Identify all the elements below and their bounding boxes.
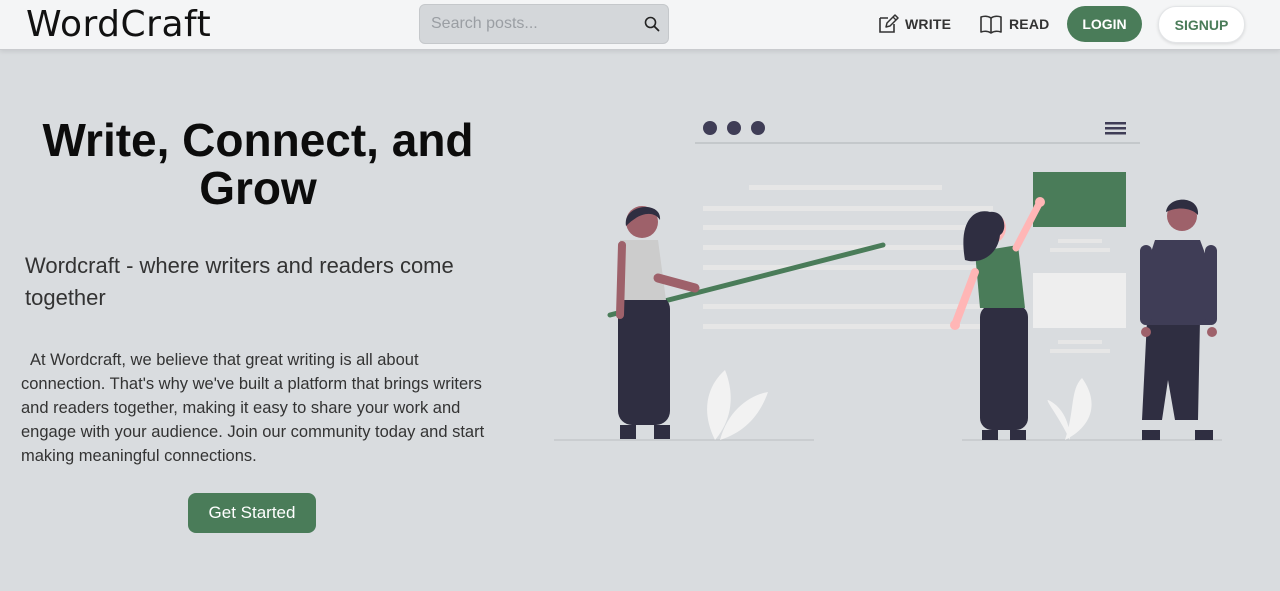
open-book-icon (979, 14, 1003, 34)
browser-frame (695, 121, 1140, 144)
hero-description-text: At Wordcraft, we believe that great writ… (21, 351, 485, 465)
plant-right (1047, 378, 1092, 440)
person-reaching (950, 197, 1045, 440)
hamburger-menu-icon (1105, 122, 1126, 135)
nav-write-label: WRITE (905, 16, 952, 32)
logo[interactable]: WordCraft (26, 2, 211, 48)
content-lines (703, 185, 993, 329)
search-icon[interactable] (642, 14, 662, 34)
search-input[interactable] (420, 5, 638, 43)
person-standing (1140, 199, 1217, 440)
nav-read-label: READ (1009, 16, 1050, 32)
hero-subtitle: Wordcraft - where writers and readers co… (25, 253, 454, 310)
nav-read-link[interactable]: READ (979, 12, 1049, 36)
hero-description: At Wordcraft, we believe that great writ… (21, 348, 501, 468)
get-started-button[interactable]: Get Started (188, 493, 316, 533)
nav-write-link[interactable]: WRITE (877, 12, 951, 36)
navbar: WordCraft WRITE READ LOGIN (0, 0, 1280, 50)
hero-title: Write, Connect, and Grow (42, 114, 474, 214)
pencil-square-icon (877, 13, 899, 35)
search-bar (419, 4, 669, 44)
hero-illustration (554, 121, 1222, 441)
content-cards (1033, 172, 1126, 353)
login-button[interactable]: LOGIN (1067, 6, 1142, 42)
signup-button[interactable]: SIGNUP (1158, 6, 1245, 43)
plant-left (707, 370, 768, 440)
